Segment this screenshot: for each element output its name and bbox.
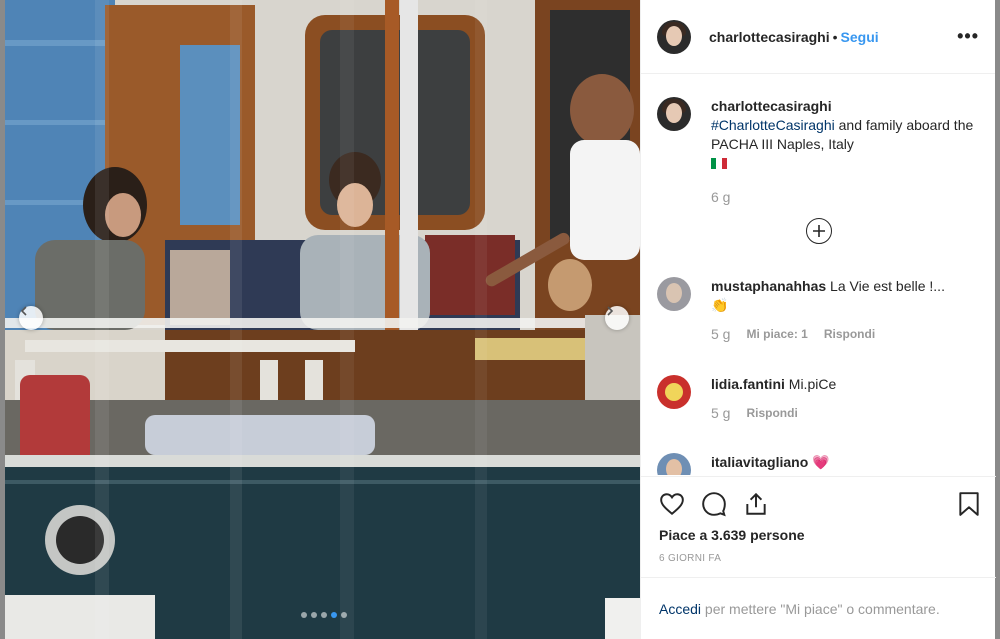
comment-item: lidia.fantini Mi.piCe 5 g Rispondi — [657, 375, 987, 423]
avatar[interactable] — [657, 19, 691, 54]
separator-dot: • — [832, 28, 838, 45]
comment-username[interactable]: italiavitagliano — [711, 454, 808, 470]
chevron-left-icon — [20, 306, 27, 316]
comment-text: La Vie est belle !... — [830, 278, 945, 294]
carousel-next-button[interactable] — [605, 306, 629, 330]
post-photo[interactable] — [5, 0, 640, 639]
caption-username[interactable]: charlottecasiraghi — [711, 98, 832, 114]
italy-flag-icon — [711, 158, 727, 169]
login-prompt: Accedi per mettere "Mi piace" o commenta… — [641, 577, 996, 639]
instagram-post-window: charlottecasiraghi • Segui ••• charlotte… — [0, 0, 1000, 639]
comment-item: italiavitagliano 💗 — [657, 453, 987, 475]
post-actions: Piace a 3.639 persone 6 GIORNI FA — [641, 476, 996, 576]
carousel-dot — [321, 612, 327, 618]
carousel-dot — [331, 612, 337, 618]
comment-time[interactable]: 5 g — [711, 325, 730, 344]
comments-list[interactable]: charlottecasiraghi #CharlotteCasiraghi a… — [641, 75, 996, 475]
post-username[interactable]: charlottecasiraghi — [709, 29, 830, 45]
comment-icon[interactable] — [701, 491, 727, 517]
likes-count[interactable]: Piace a 3.639 persone — [659, 527, 805, 543]
caption: charlottecasiraghi #CharlotteCasiraghi a… — [657, 97, 987, 207]
carousel-prev-button[interactable] — [19, 306, 43, 330]
comment-text: 💗 — [812, 454, 830, 470]
share-icon[interactable] — [743, 491, 769, 517]
chevron-right-icon — [607, 306, 614, 316]
avatar[interactable] — [657, 375, 691, 409]
comment-username[interactable]: mustaphanahhas — [711, 278, 826, 294]
avatar[interactable] — [657, 453, 691, 475]
post-side-panel: charlottecasiraghi • Segui ••• charlotte… — [640, 0, 996, 639]
caption-time[interactable]: 6 g — [711, 188, 730, 207]
reply-button[interactable]: Rispondi — [746, 404, 797, 423]
carousel-dot — [301, 612, 307, 618]
comment-username[interactable]: lidia.fantini — [711, 376, 785, 392]
post-header: charlottecasiraghi • Segui ••• — [641, 0, 995, 74]
reply-button[interactable]: Rispondi — [824, 325, 875, 344]
carousel-dot — [341, 612, 347, 618]
load-more-comments-button[interactable] — [806, 218, 832, 244]
boat-scene-image — [5, 0, 640, 639]
bookmark-icon[interactable] — [957, 491, 981, 517]
comment-time[interactable]: 5 g — [711, 404, 730, 423]
carousel-dot — [311, 612, 317, 618]
clapping-hands-emoji: 👏 — [711, 297, 729, 313]
comment-likes[interactable]: Mi piace: 1 — [746, 325, 807, 344]
avatar[interactable] — [657, 277, 691, 311]
plus-icon — [813, 225, 825, 237]
heart-icon[interactable] — [659, 491, 685, 517]
login-prompt-text: per mettere "Mi piace" o commentare. — [701, 600, 940, 617]
post-date: 6 GIORNI FA — [659, 553, 722, 564]
comment-item: mustaphanahhas La Vie est belle !... 👏 5… — [657, 277, 987, 344]
avatar[interactable] — [657, 97, 691, 131]
caption-hashtag[interactable]: #CharlotteCasiraghi — [711, 117, 835, 133]
carousel-indicator — [301, 612, 347, 618]
follow-button[interactable]: Segui — [841, 29, 879, 45]
action-icons-row — [657, 491, 982, 519]
comment-text: Mi.piCe — [788, 376, 837, 392]
more-options-icon[interactable]: ••• — [957, 26, 979, 47]
login-link[interactable]: Accedi — [659, 601, 701, 617]
